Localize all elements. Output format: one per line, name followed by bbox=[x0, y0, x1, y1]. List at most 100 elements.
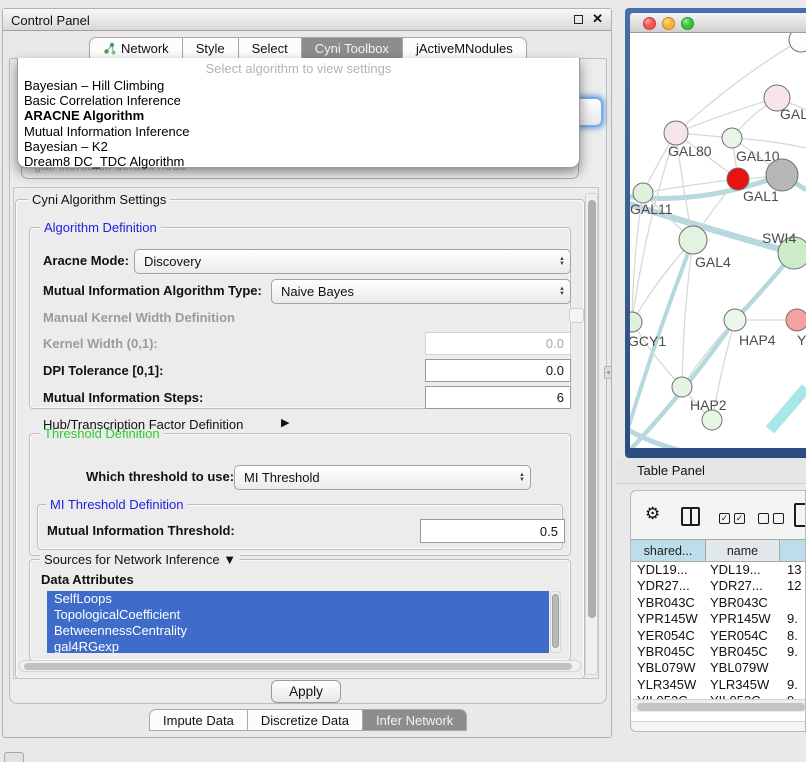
algorithm-option[interactable]: Dream8 DC_TDC Algorithm bbox=[24, 154, 573, 169]
table-cell: 9. bbox=[780, 611, 806, 627]
node-gal80[interactable] bbox=[664, 121, 688, 145]
network-edge[interactable] bbox=[676, 98, 777, 133]
aracne-mode-combobox[interactable]: Discovery ▲▼ bbox=[134, 249, 571, 274]
manual-kernel-width-checkbox[interactable] bbox=[569, 308, 584, 323]
column-header[interactable]: shared... bbox=[631, 540, 706, 561]
tab-discretize-data-label: Discretize Data bbox=[261, 713, 349, 728]
node-gal4[interactable] bbox=[679, 226, 707, 254]
attributes-scrollbar[interactable] bbox=[550, 591, 561, 653]
network-edge[interactable] bbox=[632, 240, 693, 322]
attribute-item[interactable]: SelfLoops bbox=[47, 591, 549, 607]
algorithm-option[interactable]: ARACNE Algorithm bbox=[24, 108, 573, 123]
close-traffic-light-icon[interactable] bbox=[643, 17, 656, 30]
mi-algorithm-type-label: Mutual Information Algorithm Type: bbox=[43, 283, 262, 298]
zoom-traffic-light-icon[interactable] bbox=[681, 17, 694, 30]
table-row[interactable]: YBR043CYBR043C bbox=[631, 595, 806, 611]
deselect-all-checkbox-icon[interactable] bbox=[758, 513, 769, 524]
node-bottom[interactable] bbox=[702, 410, 722, 430]
horizontal-scrollbar[interactable] bbox=[19, 660, 581, 672]
table-bottom-strip bbox=[631, 712, 806, 722]
dpi-tolerance-input[interactable]: 0.0 bbox=[425, 359, 571, 382]
column-header[interactable]: name bbox=[706, 540, 780, 561]
node-hap4-label: HAP4 bbox=[739, 332, 776, 348]
mi-algorithm-type-combobox[interactable]: Naive Bayes ▲▼ bbox=[271, 279, 571, 304]
split-columns-icon[interactable] bbox=[681, 507, 700, 526]
panel-divider-grip[interactable]: ◂ bbox=[604, 366, 612, 379]
network-window-titlebar[interactable] bbox=[630, 13, 806, 33]
algorithm-option[interactable]: Bayesian – Hill Climbing bbox=[24, 78, 573, 93]
apply-button[interactable]: Apply bbox=[271, 680, 341, 703]
node-gray[interactable] bbox=[766, 159, 798, 191]
close-icon[interactable]: ✕ bbox=[592, 11, 603, 27]
page-icon[interactable] bbox=[794, 503, 806, 527]
network-edge[interactable] bbox=[632, 322, 682, 387]
algorithm-option[interactable]: Bayesian – K2 bbox=[24, 139, 573, 154]
algorithm-option[interactable]: Mutual Information Inference bbox=[24, 124, 573, 139]
node-gal10[interactable] bbox=[722, 128, 742, 148]
table-horizontal-scrollbar-thumb[interactable] bbox=[637, 703, 805, 711]
attribute-item[interactable]: gal4RGexp bbox=[47, 639, 549, 653]
table-cell: 9. bbox=[780, 644, 806, 660]
node-hap4[interactable] bbox=[724, 309, 746, 331]
mi-threshold-input[interactable]: 0.5 bbox=[420, 519, 565, 543]
table-cell: YBR045C bbox=[706, 644, 780, 660]
node-gal11[interactable] bbox=[633, 183, 653, 203]
node-swi4-label: SWI4 bbox=[762, 230, 796, 246]
table-row[interactable]: YLR345WYLR345W9. bbox=[631, 677, 806, 693]
vertical-scrollbar[interactable] bbox=[585, 193, 598, 675]
table-row[interactable]: YBR045CYBR045C9. bbox=[631, 644, 806, 660]
network-canvas[interactable]: GALGAL80GAL10GAL1GAL11GAL4SWI4GCY1HAP4YH… bbox=[630, 33, 806, 448]
tab-jactivemnodules[interactable]: jActiveMNodules bbox=[403, 37, 527, 59]
select-all-checkbox-icon[interactable]: ✓ bbox=[719, 513, 730, 524]
tab-impute-data[interactable]: Impute Data bbox=[149, 709, 248, 731]
attribute-item[interactable]: BetweennessCentrality bbox=[47, 623, 549, 639]
float-window-icon[interactable] bbox=[574, 15, 583, 24]
horizontal-scrollbar-thumb[interactable] bbox=[24, 663, 572, 670]
node-gcy1[interactable] bbox=[630, 312, 642, 332]
table-row[interactable]: YPR145WYPR145W9. bbox=[631, 611, 806, 627]
attributes-scrollbar-thumb[interactable] bbox=[552, 594, 559, 648]
mi-steps-input[interactable]: 6 bbox=[425, 386, 571, 409]
tab-cyni-toolbox-label: Cyni Toolbox bbox=[315, 41, 389, 56]
table-row[interactable]: YDL19...YDL19...13 bbox=[631, 562, 806, 578]
minimize-traffic-light-icon[interactable] bbox=[662, 17, 675, 30]
table-row[interactable]: YDR27...YDR27...12 bbox=[631, 578, 806, 594]
deselect-all-checkbox-icon-2[interactable] bbox=[773, 513, 784, 524]
node-gal4-label: GAL4 bbox=[695, 254, 731, 270]
node-salmon[interactable] bbox=[786, 309, 806, 331]
network-edge[interactable] bbox=[770, 388, 806, 430]
tab-network[interactable]: Network bbox=[89, 37, 183, 59]
algorithm-dropdown-placeholder: Select algorithm to view settings bbox=[18, 61, 579, 76]
bottom-tabbar: Impute Data Discretize Data Infer Networ… bbox=[149, 709, 467, 730]
attribute-item[interactable]: TopologicalCoefficient bbox=[47, 607, 549, 623]
which-threshold-combobox[interactable]: MI Threshold ▲▼ bbox=[234, 465, 531, 490]
gear-icon[interactable]: ⚙ bbox=[645, 505, 660, 522]
bottom-left-panel-chip[interactable] bbox=[4, 752, 24, 762]
kernel-width-input: 0.0 bbox=[425, 332, 571, 355]
node-unlabeled-top[interactable] bbox=[789, 33, 806, 52]
expand-arrow-icon[interactable]: ▶ bbox=[281, 416, 289, 429]
tab-infer-network[interactable]: Infer Network bbox=[363, 709, 467, 731]
node-gal1[interactable] bbox=[727, 168, 749, 190]
spinner-arrows-icon: ▲▼ bbox=[559, 257, 565, 267]
tab-select[interactable]: Select bbox=[239, 37, 302, 59]
network-edge[interactable] bbox=[732, 138, 806, 148]
vertical-scrollbar-thumb[interactable] bbox=[588, 200, 596, 618]
control-panel-titlebar: Control Panel ✕ bbox=[3, 9, 611, 31]
table-row[interactable]: YBL079WYBL079W bbox=[631, 660, 806, 676]
hub-definition-label[interactable]: Hub/Transcription Factor Definition bbox=[43, 417, 243, 432]
data-attributes-label: Data Attributes bbox=[41, 572, 134, 587]
column-header[interactable] bbox=[780, 540, 806, 561]
tab-style[interactable]: Style bbox=[183, 37, 239, 59]
aracne-mode-value: Discovery bbox=[144, 254, 201, 269]
tab-cyni-toolbox[interactable]: Cyni Toolbox bbox=[302, 37, 403, 59]
node-hap2[interactable] bbox=[672, 377, 692, 397]
collapse-arrow-icon[interactable]: ▼ bbox=[223, 552, 236, 567]
network-edge[interactable] bbox=[630, 428, 686, 448]
select-all-checkbox-icon-2[interactable]: ✓ bbox=[734, 513, 745, 524]
table-row[interactable]: YER054CYER054C8. bbox=[631, 628, 806, 644]
algorithm-option[interactable]: Basic Correlation Inference bbox=[24, 93, 573, 108]
tab-discretize-data[interactable]: Discretize Data bbox=[248, 709, 363, 731]
data-attributes-list[interactable]: SelfLoopsTopologicalCoefficientBetweenne… bbox=[47, 591, 549, 653]
table-horizontal-scrollbar[interactable] bbox=[633, 699, 806, 712]
